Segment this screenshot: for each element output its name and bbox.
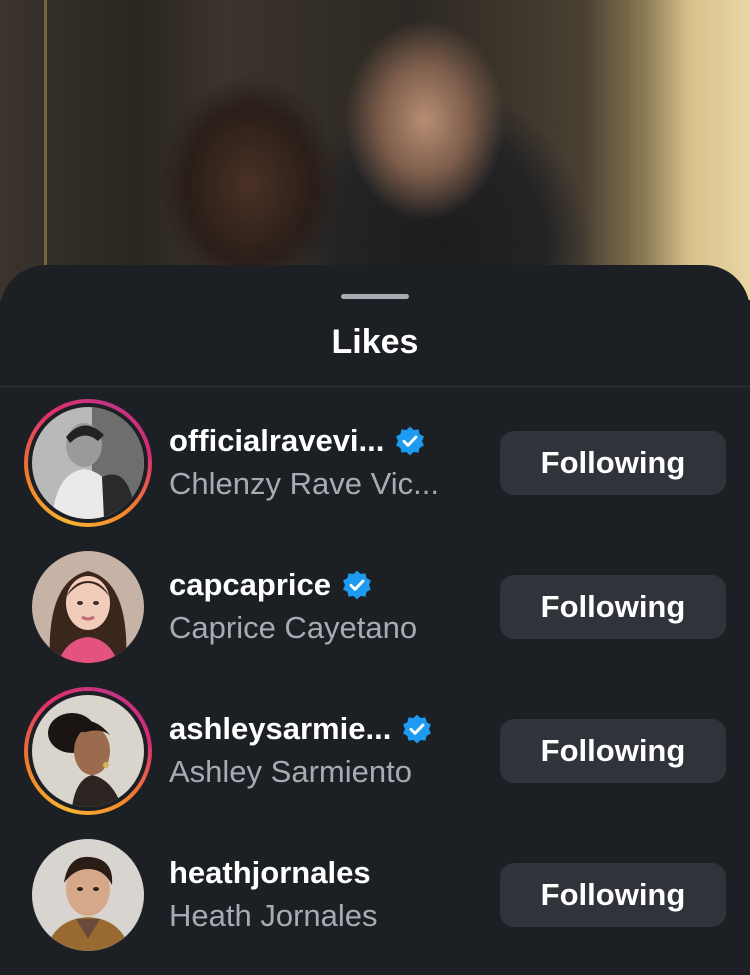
following-button[interactable]: Following: [500, 719, 726, 783]
photo-panel-line: [626, 0, 629, 270]
sheet-title: Likes: [331, 323, 419, 361]
avatar: [32, 695, 144, 807]
photo-panel-line: [44, 0, 47, 270]
full-name: Ashley Sarmiento: [169, 754, 412, 789]
following-button[interactable]: Following: [500, 863, 726, 927]
avatar-container[interactable]: [24, 543, 152, 671]
post-photo-background: [0, 0, 750, 300]
avatar-story-ring[interactable]: [24, 687, 152, 815]
title-divider: [0, 386, 750, 387]
avatar-story-ring[interactable]: [24, 399, 152, 527]
full-name: Caprice Cayetano: [169, 610, 418, 645]
avatar: [32, 839, 144, 951]
username[interactable]: capcaprice: [169, 567, 331, 603]
full-name: Chlenzy Rave Vic...: [169, 466, 439, 501]
following-button[interactable]: Following: [500, 431, 726, 495]
like-row[interactable]: officialravevi... Chlenzy Rave Vic... Fo…: [0, 399, 750, 543]
following-button[interactable]: Following: [500, 575, 726, 639]
avatar: [32, 407, 144, 519]
verified-badge-icon: [343, 570, 371, 600]
verified-badge-icon: [403, 714, 432, 744]
sheet-drag-handle[interactable]: [341, 294, 409, 299]
likes-sheet: Likes officialravevi... Chlenzy Rave Vic…: [0, 265, 750, 975]
full-name: Heath Jornales: [169, 898, 378, 933]
username[interactable]: heathjornales: [169, 855, 371, 891]
verified-badge-icon: [396, 426, 425, 456]
like-row[interactable]: heathjornales Heath Jornales Following: [0, 831, 750, 975]
avatar-container[interactable]: [24, 831, 152, 959]
avatar: [32, 551, 144, 663]
username[interactable]: officialravevi...: [169, 423, 384, 459]
username[interactable]: ashleysarmie...: [169, 711, 391, 747]
like-row[interactable]: capcaprice Caprice Cayetano Following: [0, 543, 750, 687]
like-row[interactable]: ashleysarmie... Ashley Sarmiento Followi…: [0, 687, 750, 831]
